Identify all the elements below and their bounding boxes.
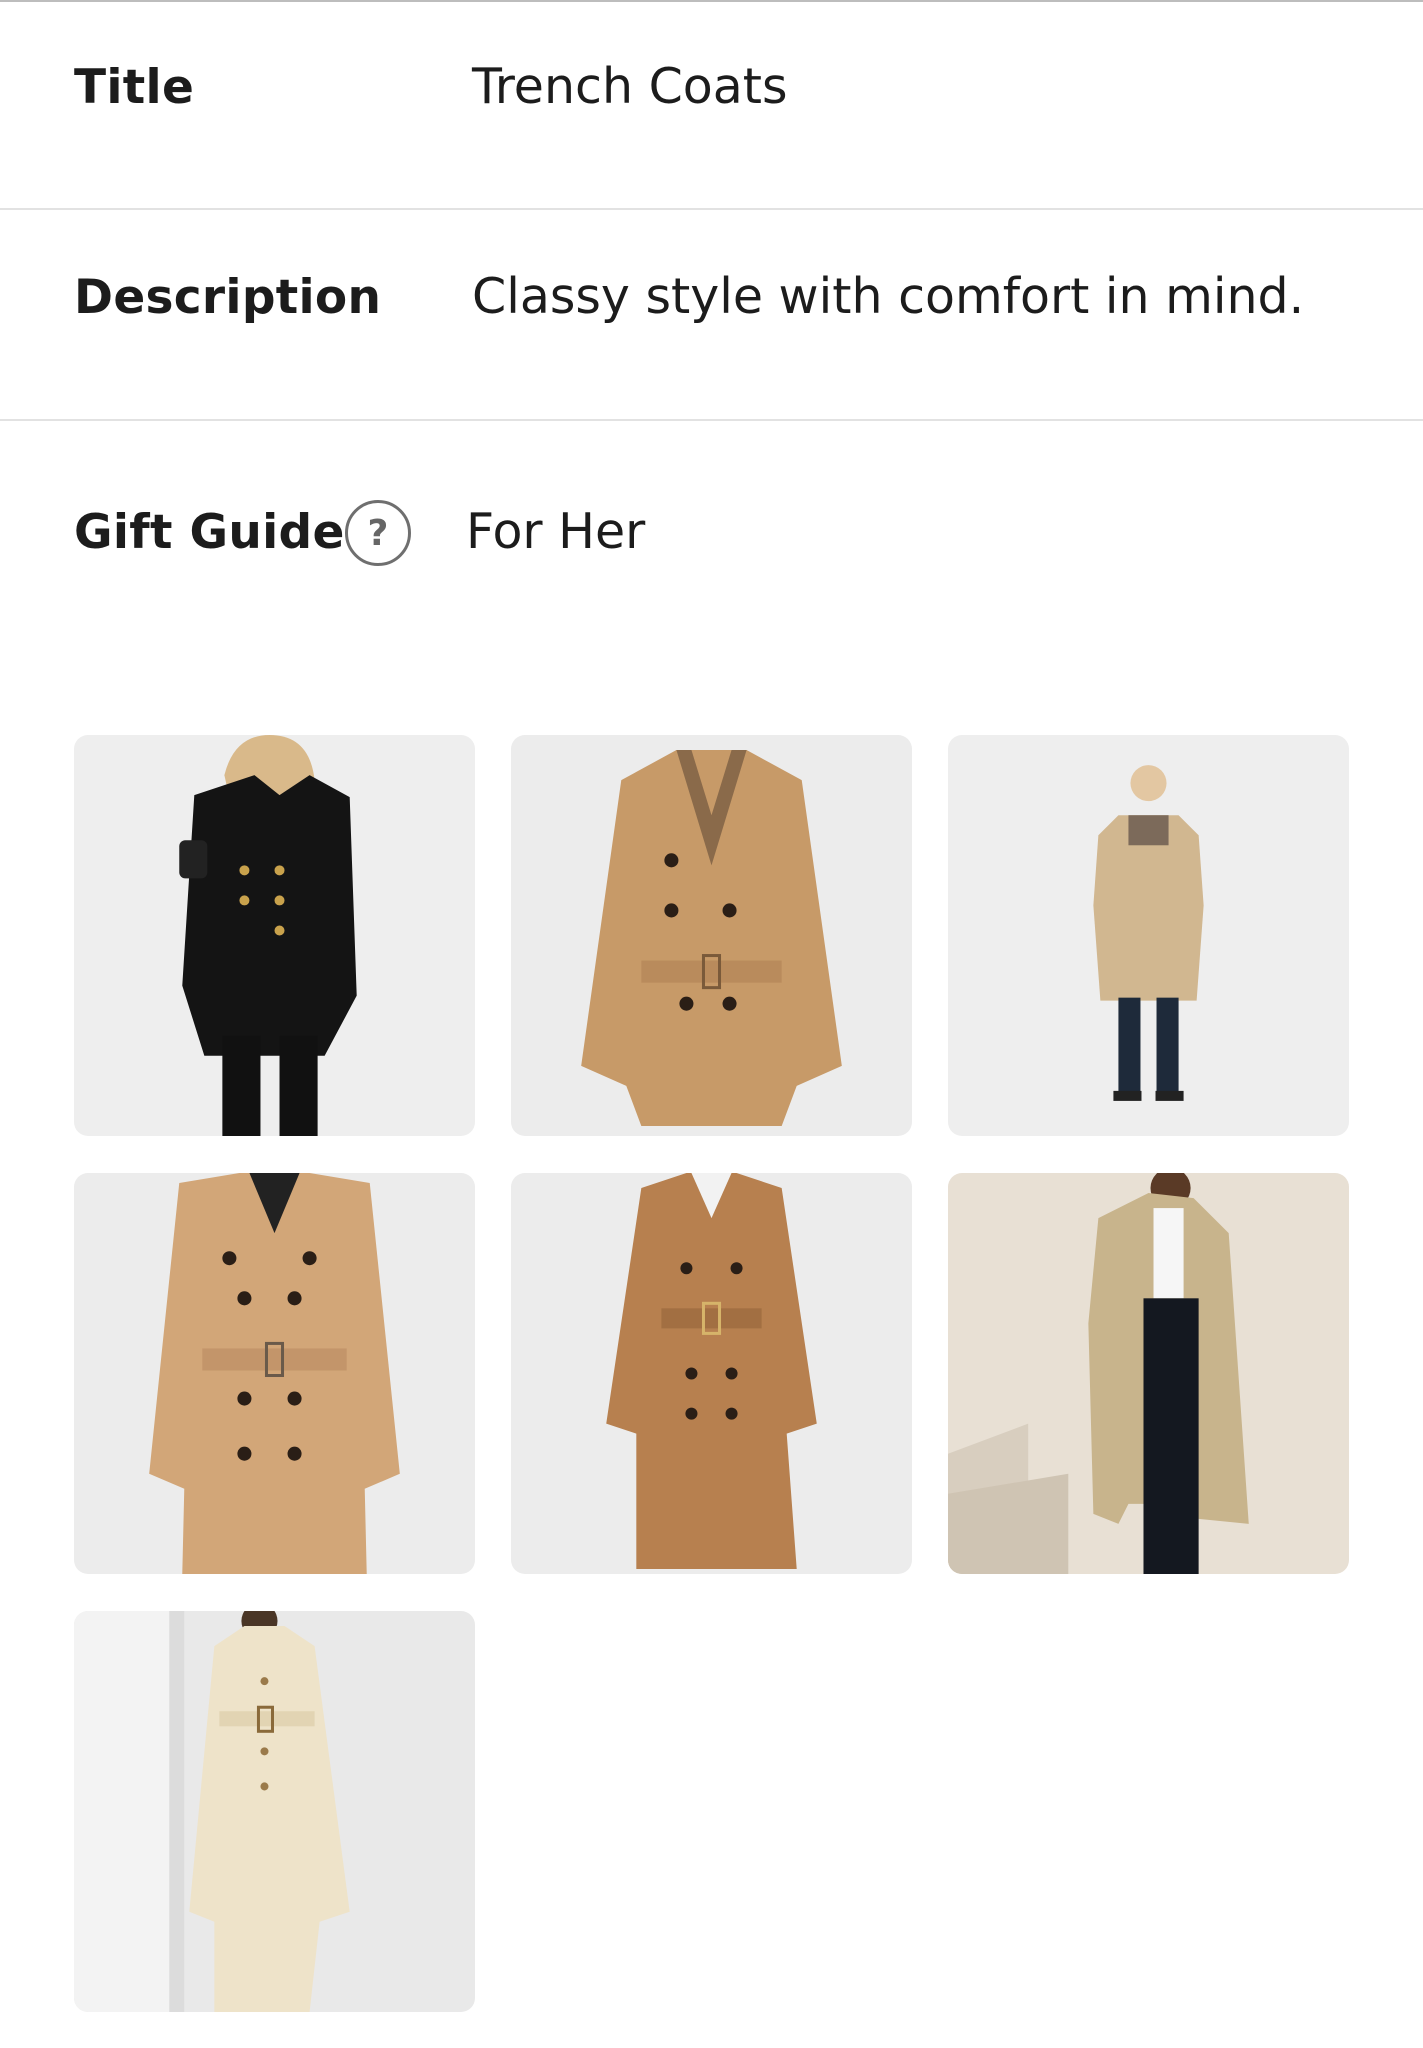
cream-trench-coat-model-image[interactable] — [74, 1611, 475, 2012]
cream-trench-coat-model-image-svg — [74, 1611, 475, 2012]
title-value[interactable]: Trench Coats — [472, 58, 788, 115]
khaki-trench-coat-model-image[interactable] — [948, 1173, 1349, 1574]
khaki-trench-coat-model-image-svg — [948, 1173, 1349, 1574]
gift-guide-value[interactable]: For Her — [466, 503, 645, 560]
beige-trench-coat-model-image-svg — [948, 735, 1349, 1136]
black-trench-coat-model-image[interactable] — [74, 735, 475, 1136]
beige-trench-coat-model-image[interactable] — [948, 735, 1349, 1136]
description-label: Description — [74, 270, 382, 325]
tan-trench-coat-image-svg — [74, 1173, 475, 1574]
description-value[interactable]: Classy style with comfort in mind. — [472, 268, 1304, 325]
brown-trench-coat-image[interactable] — [511, 1173, 912, 1574]
description-row: Description Classy style with comfort in… — [0, 210, 1423, 420]
camel-trench-coat-image-svg — [511, 735, 912, 1136]
brown-trench-coat-image-svg — [511, 1173, 912, 1574]
black-trench-coat-model-image-svg — [74, 735, 475, 1136]
description-divider — [0, 419, 1423, 421]
title-row: Title Trench Coats — [0, 0, 1423, 210]
camel-trench-coat-image[interactable] — [511, 735, 912, 1136]
title-label: Title — [74, 60, 195, 115]
gift-guide-label: Gift Guide — [74, 505, 345, 560]
tan-trench-coat-image[interactable] — [74, 1173, 475, 1574]
help-icon[interactable]: ? — [345, 500, 411, 566]
